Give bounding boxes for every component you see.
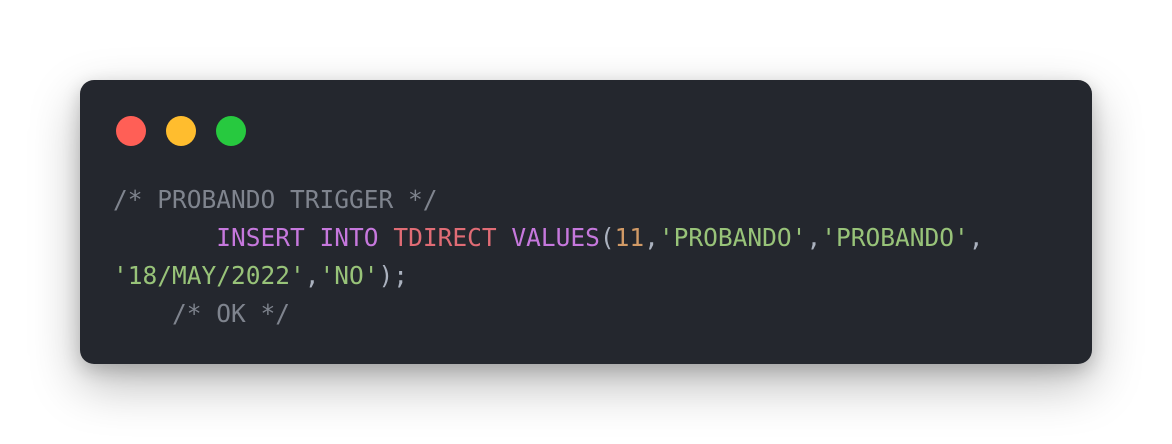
close-button[interactable] [116,116,146,146]
comma: , [806,223,822,252]
table-name: TDIRECT [393,223,497,252]
comma: , [644,223,659,252]
string-literal: 'NO' [319,261,379,290]
close-paren-semicolon: ); [378,261,409,290]
code-window: /* PROBANDO TRIGGER */ INSERT INTO TDIRE… [80,80,1092,364]
comma: , [304,261,320,290]
keyword-insert: INSERT [216,223,305,252]
string-literal: '18/MAY/2022' [113,261,305,290]
comment: /* OK */ [172,299,291,328]
string-literal: 'PROBANDO' [658,223,807,252]
comma: , [968,223,984,252]
minimize-button[interactable] [166,116,196,146]
number-literal: 11 [614,223,645,252]
code-line-3: '18/MAY/2022','NO'); [113,261,408,290]
open-paren: ( [599,223,615,252]
comment: /* PROBANDO TRIGGER */ [113,185,438,214]
code-line-2: INSERT INTO TDIRECT VALUES(11,'PROBANDO'… [113,223,983,252]
maximize-button[interactable] [216,116,246,146]
string-literal: 'PROBANDO' [821,223,969,252]
keyword-into: INTO [319,223,379,252]
code-line-1: /* PROBANDO TRIGGER */ [113,185,438,214]
window-controls [116,116,246,146]
code-line-4: /* OK */ [113,299,290,328]
code-block: /* PROBANDO TRIGGER */ INSERT INTO TDIRE… [113,181,983,333]
keyword-values: VALUES [511,223,600,252]
